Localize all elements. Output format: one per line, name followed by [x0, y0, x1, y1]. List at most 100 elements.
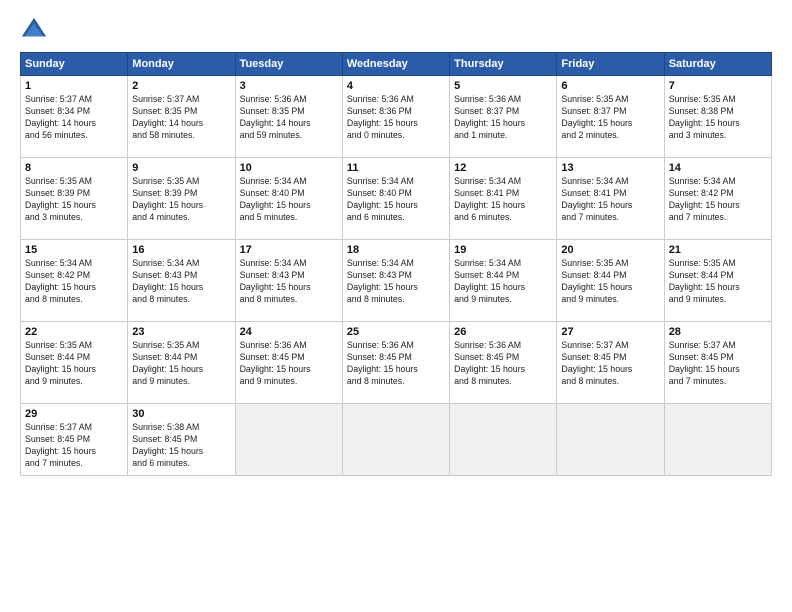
day-info: Sunrise: 5:37 AMSunset: 8:45 PMDaylight:…	[25, 422, 123, 470]
day-number: 14	[669, 162, 767, 174]
day-cell	[342, 404, 449, 476]
day-cell: 22 Sunrise: 5:35 AMSunset: 8:44 PMDayligh…	[21, 322, 128, 404]
day-info: Sunrise: 5:37 AMSunset: 8:35 PMDaylight:…	[132, 94, 230, 142]
week-row-4: 22 Sunrise: 5:35 AMSunset: 8:44 PMDayligh…	[21, 322, 772, 404]
col-header-thursday: Thursday	[450, 53, 557, 76]
day-info: Sunrise: 5:34 AMSunset: 8:43 PMDaylight:…	[347, 258, 445, 306]
day-info: Sunrise: 5:34 AMSunset: 8:42 PMDaylight:…	[669, 176, 767, 224]
day-number: 21	[669, 244, 767, 256]
day-cell	[235, 404, 342, 476]
week-row-3: 15Sunrise: 5:34 AMSunset: 8:42 PMDayligh…	[21, 240, 772, 322]
day-cell: 15Sunrise: 5:34 AMSunset: 8:42 PMDayligh…	[21, 240, 128, 322]
day-info: Sunrise: 5:34 AMSunset: 8:43 PMDaylight:…	[240, 258, 338, 306]
day-info: Sunrise: 5:35 AMSunset: 8:39 PMDaylight:…	[25, 176, 123, 224]
day-cell: 25 Sunrise: 5:36 AMSunset: 8:45 PMDayligh…	[342, 322, 449, 404]
day-info: Sunrise: 5:34 AMSunset: 8:44 PMDaylight:…	[454, 258, 552, 306]
day-number: 16	[132, 244, 230, 256]
day-number: 30	[132, 408, 230, 420]
page: SundayMondayTuesdayWednesdayThursdayFrid…	[0, 0, 792, 612]
day-cell: 8 Sunrise: 5:35 AMSunset: 8:39 PMDaylight…	[21, 158, 128, 240]
day-info: Sunrise: 5:34 AMSunset: 8:41 PMDaylight:…	[561, 176, 659, 224]
day-cell: 27Sunrise: 5:37 AMSunset: 8:45 PMDayligh…	[557, 322, 664, 404]
day-cell: 16 Sunrise: 5:34 AMSunset: 8:43 PMDayligh…	[128, 240, 235, 322]
day-cell: 12 Sunrise: 5:34 AMSunset: 8:41 PMDayligh…	[450, 158, 557, 240]
col-header-sunday: Sunday	[21, 53, 128, 76]
day-cell	[664, 404, 771, 476]
day-number: 1	[25, 80, 123, 92]
day-cell: 29 Sunrise: 5:37 AMSunset: 8:45 PMDayligh…	[21, 404, 128, 476]
day-number: 20	[561, 244, 659, 256]
day-info: Sunrise: 5:34 AMSunset: 8:40 PMDaylight:…	[347, 176, 445, 224]
week-row-2: 8 Sunrise: 5:35 AMSunset: 8:39 PMDaylight…	[21, 158, 772, 240]
day-cell: 19 Sunrise: 5:34 AMSunset: 8:44 PMDayligh…	[450, 240, 557, 322]
day-number: 12	[454, 162, 552, 174]
day-info: Sunrise: 5:34 AMSunset: 8:41 PMDaylight:…	[454, 176, 552, 224]
day-info: Sunrise: 5:35 AMSunset: 8:44 PMDaylight:…	[25, 340, 123, 388]
col-header-friday: Friday	[557, 53, 664, 76]
day-number: 5	[454, 80, 552, 92]
day-info: Sunrise: 5:38 AMSunset: 8:45 PMDaylight:…	[132, 422, 230, 470]
day-number: 28	[669, 326, 767, 338]
day-cell: 17 Sunrise: 5:34 AMSunset: 8:43 PMDayligh…	[235, 240, 342, 322]
day-number: 10	[240, 162, 338, 174]
day-info: Sunrise: 5:35 AMSunset: 8:38 PMDaylight:…	[669, 94, 767, 142]
logo	[20, 16, 52, 44]
day-number: 9	[132, 162, 230, 174]
day-info: Sunrise: 5:35 AMSunset: 8:44 PMDaylight:…	[669, 258, 767, 306]
day-number: 22	[25, 326, 123, 338]
day-number: 6	[561, 80, 659, 92]
day-number: 24	[240, 326, 338, 338]
day-info: Sunrise: 5:36 AMSunset: 8:36 PMDaylight:…	[347, 94, 445, 142]
day-info: Sunrise: 5:36 AMSunset: 8:45 PMDaylight:…	[454, 340, 552, 388]
col-header-saturday: Saturday	[664, 53, 771, 76]
logo-icon	[20, 16, 48, 44]
day-info: Sunrise: 5:34 AMSunset: 8:40 PMDaylight:…	[240, 176, 338, 224]
day-number: 17	[240, 244, 338, 256]
day-number: 26	[454, 326, 552, 338]
day-cell: 11Sunrise: 5:34 AMSunset: 8:40 PMDayligh…	[342, 158, 449, 240]
day-number: 27	[561, 326, 659, 338]
day-info: Sunrise: 5:35 AMSunset: 8:44 PMDaylight:…	[132, 340, 230, 388]
header	[20, 16, 772, 44]
day-info: Sunrise: 5:36 AMSunset: 8:45 PMDaylight:…	[347, 340, 445, 388]
day-info: Sunrise: 5:35 AMSunset: 8:37 PMDaylight:…	[561, 94, 659, 142]
day-cell: 20 Sunrise: 5:35 AMSunset: 8:44 PMDayligh…	[557, 240, 664, 322]
day-number: 25	[347, 326, 445, 338]
week-row-1: 1 Sunrise: 5:37 AMSunset: 8:34 PMDaylight…	[21, 76, 772, 158]
week-row-5: 29 Sunrise: 5:37 AMSunset: 8:45 PMDayligh…	[21, 404, 772, 476]
calendar: SundayMondayTuesdayWednesdayThursdayFrid…	[20, 52, 772, 476]
day-cell: 10 Sunrise: 5:34 AMSunset: 8:40 PMDayligh…	[235, 158, 342, 240]
day-info: Sunrise: 5:37 AMSunset: 8:34 PMDaylight:…	[25, 94, 123, 142]
day-info: Sunrise: 5:36 AMSunset: 8:35 PMDaylight:…	[240, 94, 338, 142]
day-cell: 13 Sunrise: 5:34 AMSunset: 8:41 PMDayligh…	[557, 158, 664, 240]
day-cell: 7 Sunrise: 5:35 AMSunset: 8:38 PMDaylight…	[664, 76, 771, 158]
day-cell: 9 Sunrise: 5:35 AMSunset: 8:39 PMDaylight…	[128, 158, 235, 240]
day-cell	[557, 404, 664, 476]
day-cell	[450, 404, 557, 476]
calendar-header-row: SundayMondayTuesdayWednesdayThursdayFrid…	[21, 53, 772, 76]
col-header-tuesday: Tuesday	[235, 53, 342, 76]
day-number: 19	[454, 244, 552, 256]
col-header-monday: Monday	[128, 53, 235, 76]
day-cell: 5 Sunrise: 5:36 AMSunset: 8:37 PMDaylight…	[450, 76, 557, 158]
day-info: Sunrise: 5:34 AMSunset: 8:43 PMDaylight:…	[132, 258, 230, 306]
day-cell: 14 Sunrise: 5:34 AMSunset: 8:42 PMDayligh…	[664, 158, 771, 240]
day-number: 8	[25, 162, 123, 174]
day-number: 18	[347, 244, 445, 256]
day-cell: 18 Sunrise: 5:34 AMSunset: 8:43 PMDayligh…	[342, 240, 449, 322]
day-number: 29	[25, 408, 123, 420]
col-header-wednesday: Wednesday	[342, 53, 449, 76]
day-number: 13	[561, 162, 659, 174]
day-cell: 30 Sunrise: 5:38 AMSunset: 8:45 PMDayligh…	[128, 404, 235, 476]
day-cell: 28Sunrise: 5:37 AMSunset: 8:45 PMDayligh…	[664, 322, 771, 404]
day-cell: 2 Sunrise: 5:37 AMSunset: 8:35 PMDaylight…	[128, 76, 235, 158]
day-info: Sunrise: 5:35 AMSunset: 8:44 PMDaylight:…	[561, 258, 659, 306]
day-cell: 21 Sunrise: 5:35 AMSunset: 8:44 PMDayligh…	[664, 240, 771, 322]
day-info: Sunrise: 5:36 AMSunset: 8:45 PMDaylight:…	[240, 340, 338, 388]
day-info: Sunrise: 5:36 AMSunset: 8:37 PMDaylight:…	[454, 94, 552, 142]
day-number: 2	[132, 80, 230, 92]
day-info: Sunrise: 5:34 AMSunset: 8:42 PMDaylight:…	[25, 258, 123, 306]
day-number: 7	[669, 80, 767, 92]
day-info: Sunrise: 5:35 AMSunset: 8:39 PMDaylight:…	[132, 176, 230, 224]
day-cell: 1 Sunrise: 5:37 AMSunset: 8:34 PMDaylight…	[21, 76, 128, 158]
